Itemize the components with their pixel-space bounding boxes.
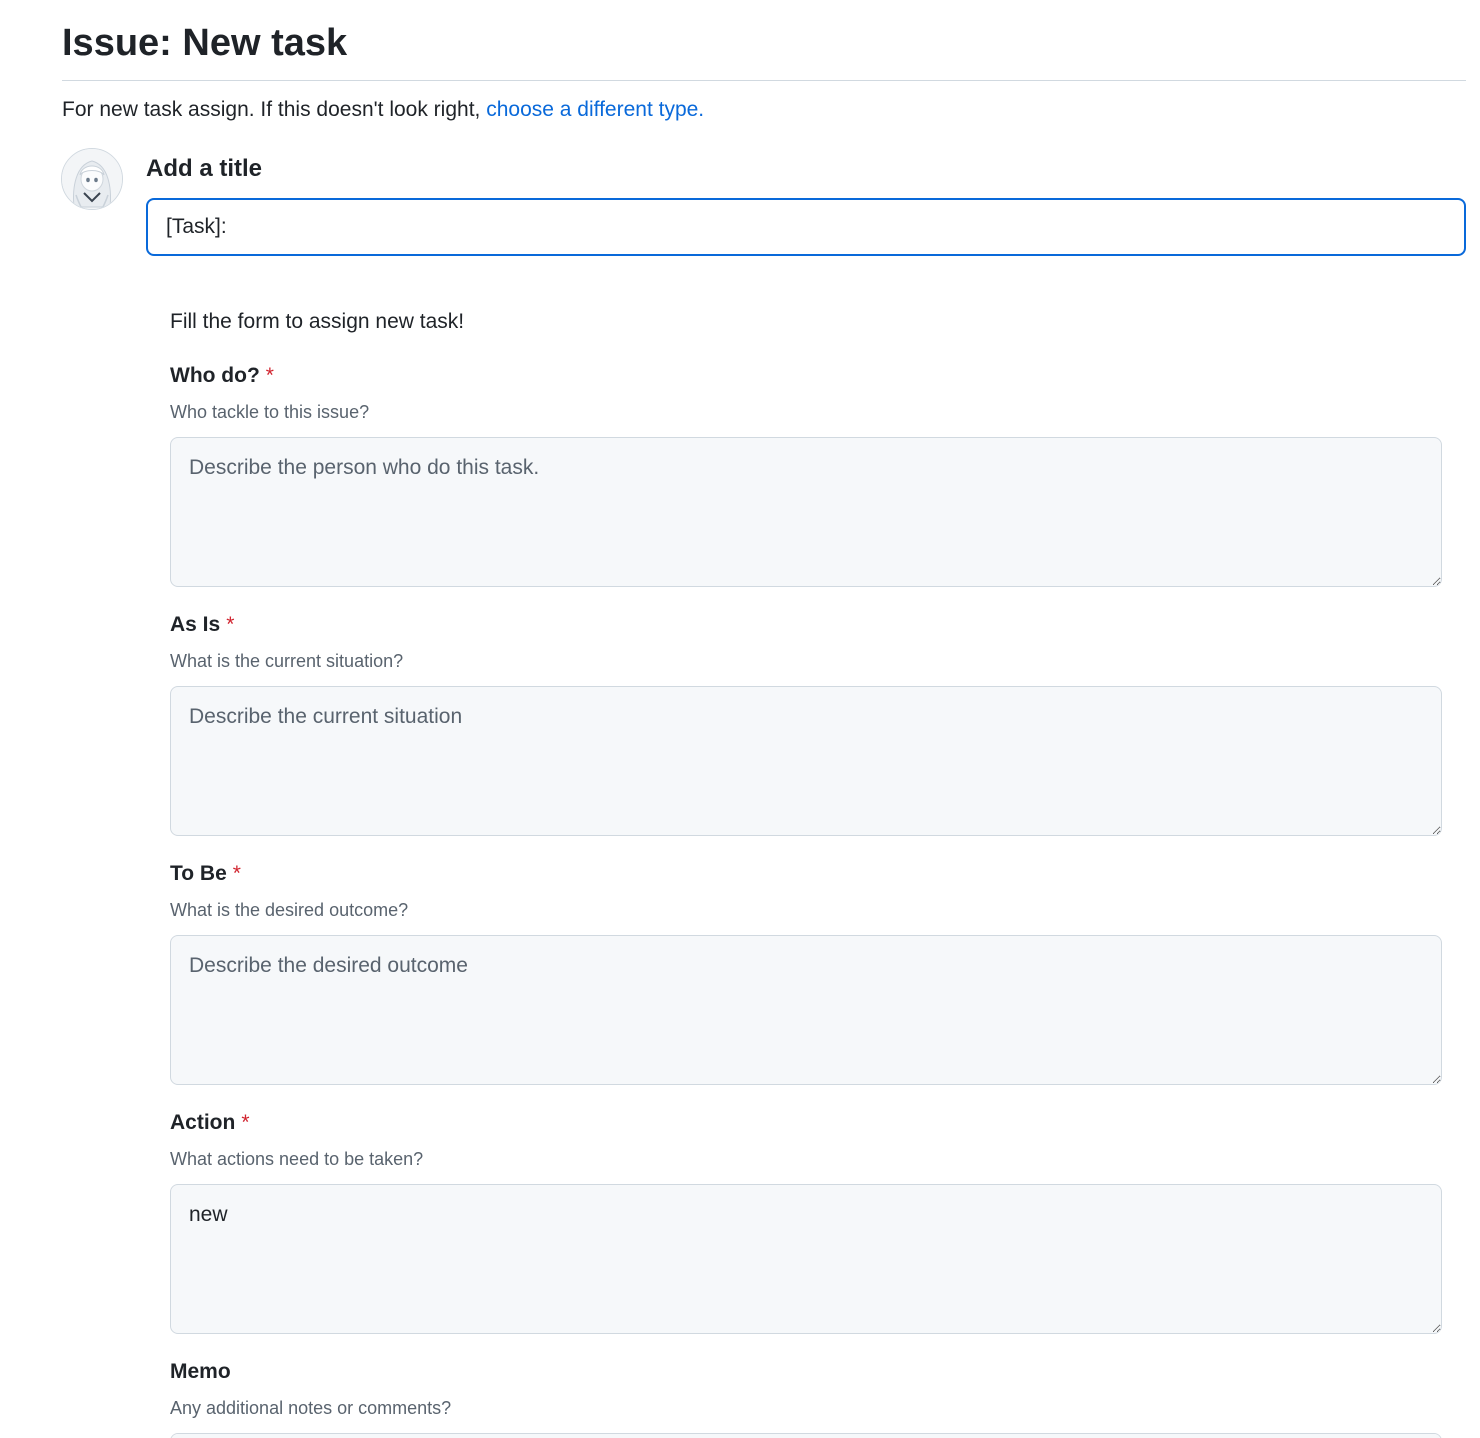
field-label-who-do: Who do? * (170, 362, 274, 390)
field-label-text: Action (170, 1111, 236, 1134)
field-label-action: Action * (170, 1109, 250, 1137)
choose-different-type-link[interactable]: choose a different type. (486, 98, 704, 121)
page-title: Issue: New task (62, 22, 348, 64)
field-label-as-is: As Is * (170, 611, 234, 639)
template-notice-text: For new task assign. If this doesn't loo… (62, 98, 481, 121)
new-issue-page: Issue: New task For new task assign. If … (0, 0, 1480, 1438)
action-textarea[interactable]: new (170, 1184, 1442, 1334)
field-label-to-be: To Be * (170, 860, 241, 888)
field-label-text: To Be (170, 862, 227, 885)
avatar[interactable] (61, 148, 123, 210)
field-description-action: What actions need to be taken? (170, 1149, 424, 1169)
field-description-who-do: Who tackle to this issue? (170, 402, 370, 422)
field-label-text: As Is (170, 613, 221, 636)
field-label-text: Who do? (170, 364, 260, 387)
avatar-image (62, 149, 122, 209)
who-do-textarea[interactable] (170, 437, 1442, 587)
form-intro: Fill the form to assign new task! (170, 310, 465, 333)
to-be-textarea[interactable] (170, 935, 1442, 1085)
required-marker: * (241, 1111, 250, 1134)
memo-textarea[interactable] (170, 1433, 1442, 1438)
field-label-memo: Memo (170, 1358, 231, 1386)
required-marker: * (265, 364, 274, 387)
add-title-label: Add a title (146, 155, 263, 182)
as-is-textarea[interactable] (170, 686, 1442, 836)
field-description-memo: Any additional notes or comments? (170, 1398, 452, 1418)
template-notice: For new task assign. If this doesn't loo… (62, 96, 704, 124)
field-label-text: Memo (170, 1360, 231, 1383)
field-description-as-is: What is the current situation? (170, 651, 404, 671)
required-marker: * (226, 613, 235, 636)
required-marker: * (232, 862, 241, 885)
field-description-to-be: What is the desired outcome? (170, 900, 409, 920)
title-divider (62, 80, 1466, 81)
issue-title-input[interactable] (146, 198, 1466, 256)
